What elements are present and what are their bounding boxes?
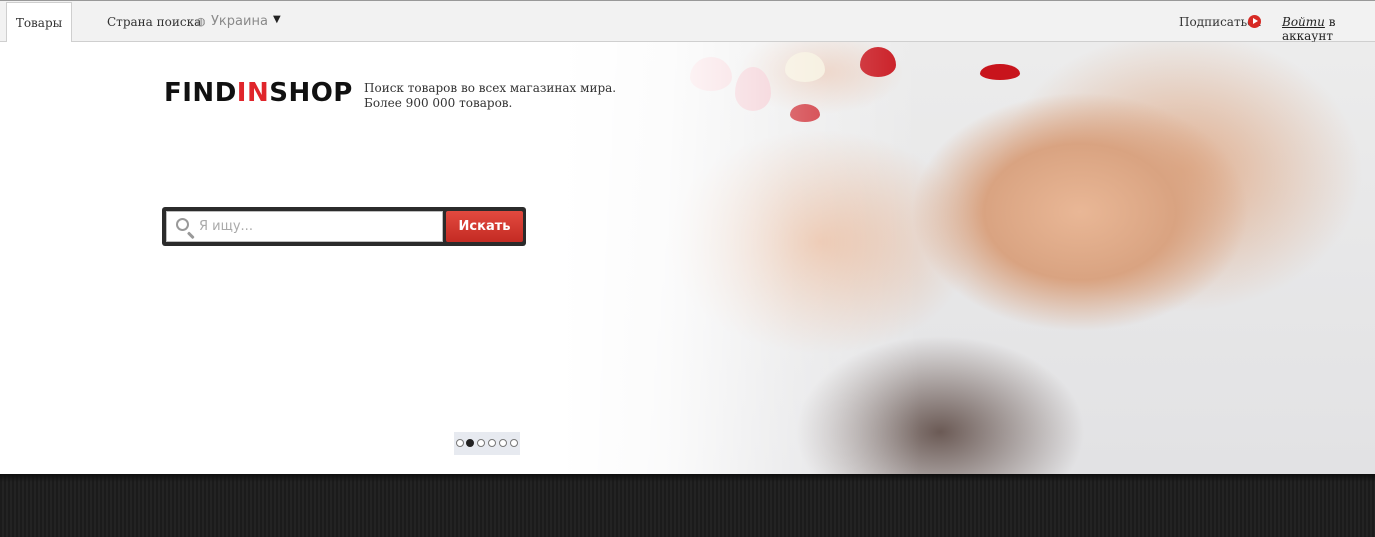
logo-in: IN (236, 78, 270, 108)
slider-dot[interactable] (488, 439, 496, 447)
search-field-wrap (166, 211, 443, 242)
country-label: Страна поиска (107, 15, 202, 29)
search-button[interactable]: Искать (446, 211, 523, 242)
hero-banner: FINDINSHOP Поиск товаров во всех магазин… (0, 42, 1375, 474)
tagline: Поиск товаров во всех магазинах мира. Бо… (364, 81, 616, 111)
youtube-play-icon[interactable] (1248, 15, 1261, 28)
login-area: Войти в аккаунт (1282, 15, 1375, 43)
dropdown-arrow-icon[interactable]: ▼ (273, 14, 281, 25)
globe-icon: ◍ (196, 15, 206, 28)
country-select[interactable]: Украина (211, 14, 268, 29)
slider-dot[interactable] (499, 439, 507, 447)
petal (980, 64, 1020, 80)
search-icon (176, 218, 189, 231)
footer-band (0, 474, 1375, 537)
slider-dot-active[interactable] (466, 439, 474, 447)
site-logo[interactable]: FINDINSHOP (164, 78, 353, 108)
logo-find: FIND (164, 78, 237, 108)
tagline-line2: Более 900 000 товаров. (364, 96, 513, 110)
logo-shop: SHOP (269, 78, 353, 108)
tab-products[interactable]: Товары (6, 2, 72, 43)
search-form: Искать (162, 207, 526, 246)
top-bar: Товары Страна поиска ◍ Украина ▼ Подписа… (0, 0, 1375, 43)
slider-dot[interactable] (477, 439, 485, 447)
slider-dot[interactable] (510, 439, 518, 447)
search-input[interactable] (199, 212, 439, 241)
login-link[interactable]: Войти (1282, 15, 1325, 29)
slider-pagination (454, 432, 520, 455)
tagline-line1: Поиск товаров во всех магазинах мира. (364, 81, 617, 95)
slider-dot[interactable] (456, 439, 464, 447)
